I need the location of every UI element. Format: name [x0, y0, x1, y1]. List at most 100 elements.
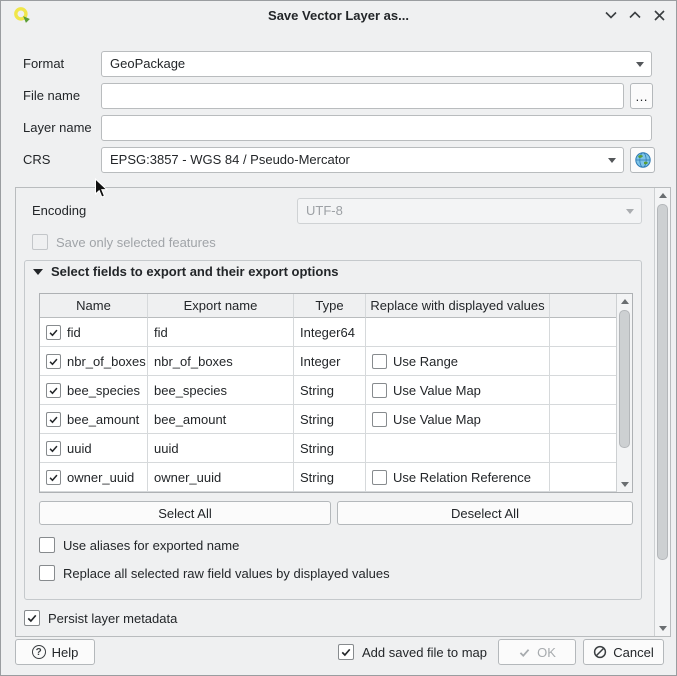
collapse-arrow-icon[interactable]	[33, 269, 43, 275]
export-name-cell[interactable]: nbr_of_boxes	[148, 347, 294, 376]
table-row[interactable]: bee_species bee_species String Use Value…	[40, 376, 616, 405]
header-filler	[550, 294, 616, 318]
header-export-name[interactable]: Export name	[148, 294, 294, 318]
filler-cell	[550, 347, 616, 376]
filler-cell	[550, 405, 616, 434]
field-checkbox[interactable]	[46, 325, 61, 340]
name-cell: fid	[40, 318, 148, 347]
mouse-cursor	[94, 178, 109, 202]
use-value-map-checkbox[interactable]	[372, 412, 387, 427]
encoding-value: UTF-8	[306, 203, 343, 218]
table-scrollbar[interactable]	[616, 294, 632, 492]
table-row[interactable]: uuid uuid String	[40, 434, 616, 463]
replace-raw-values-checkbox[interactable]	[39, 565, 55, 581]
scroll-up-button[interactable]	[617, 294, 632, 309]
scrollbar-handle[interactable]	[619, 310, 630, 448]
use-range-label: Use Range	[393, 354, 458, 369]
name-cell: uuid	[40, 434, 148, 463]
field-checkbox[interactable]	[46, 412, 61, 427]
table-row[interactable]: fid fid Integer64	[40, 318, 616, 347]
layer-name-input[interactable]	[101, 115, 652, 141]
window-title: Save Vector Layer as...	[1, 8, 676, 23]
use-relation-reference-checkbox[interactable]	[372, 470, 387, 485]
file-name-input[interactable]	[101, 83, 624, 109]
export-name-cell[interactable]: fid	[148, 318, 294, 347]
checkmark-icon	[48, 327, 59, 338]
scroll-up-button[interactable]	[655, 188, 670, 203]
use-value-map-checkbox[interactable]	[372, 383, 387, 398]
cancel-button[interactable]: Cancel	[583, 639, 664, 665]
type-cell: String	[294, 434, 366, 463]
type-cell: String	[294, 405, 366, 434]
crs-picker-button[interactable]	[630, 147, 655, 173]
persist-metadata-label: Persist layer metadata	[48, 611, 177, 627]
globe-icon	[634, 151, 652, 169]
replace-raw-values-label: Replace all selected raw field values by…	[63, 566, 390, 582]
field-name: uuid	[67, 441, 92, 456]
use-aliases-checkbox[interactable]	[39, 537, 55, 553]
export-name-cell[interactable]: owner_uuid	[148, 463, 294, 492]
ellipsis-icon: …	[635, 89, 648, 104]
use-relation-reference-label: Use Relation Reference	[393, 470, 531, 485]
filler-cell	[550, 376, 616, 405]
checkmark-icon	[340, 646, 352, 658]
export-name-cell[interactable]: uuid	[148, 434, 294, 463]
use-value-map-label: Use Value Map	[393, 383, 481, 398]
arrow-down-icon	[659, 626, 667, 631]
checkmark-icon	[48, 443, 59, 454]
table-row[interactable]: owner_uuid owner_uuid String Use Relatio…	[40, 463, 616, 492]
chevron-down-icon	[636, 62, 644, 67]
scroll-down-button[interactable]	[655, 621, 670, 636]
deselect-all-button[interactable]: Deselect All	[337, 501, 633, 525]
table-row[interactable]: nbr_of_boxes nbr_of_boxes Integer Use Ra…	[40, 347, 616, 376]
save-vector-layer-dialog: Save Vector Layer as... Format GeoPackag…	[0, 0, 677, 676]
persist-metadata-checkbox[interactable]	[24, 610, 40, 626]
help-button[interactable]: ? Help	[15, 639, 95, 665]
cancel-icon	[593, 645, 607, 659]
close-button[interactable]	[650, 6, 668, 24]
encoding-combobox: UTF-8	[297, 198, 642, 224]
deselect-all-label: Deselect All	[451, 506, 519, 521]
maximize-button[interactable]	[626, 6, 644, 24]
field-name: nbr_of_boxes	[67, 354, 146, 369]
arrow-up-icon	[621, 299, 629, 304]
scroll-down-button[interactable]	[617, 477, 632, 492]
checkmark-icon	[48, 414, 59, 425]
chevron-down-icon	[608, 158, 616, 163]
field-checkbox[interactable]	[46, 470, 61, 485]
table-row[interactable]: bee_amount bee_amount String Use Value M…	[40, 405, 616, 434]
field-checkbox[interactable]	[46, 441, 61, 456]
checkmark-icon	[48, 356, 59, 367]
header-replace[interactable]: Replace with displayed values	[366, 294, 550, 318]
format-combobox[interactable]: GeoPackage	[101, 51, 652, 77]
filler-cell	[550, 318, 616, 347]
close-icon	[654, 10, 665, 21]
header-type[interactable]: Type	[294, 294, 366, 318]
crs-combobox[interactable]: EPSG:3857 - WGS 84 / Pseudo-Mercator	[101, 147, 624, 173]
shade-button[interactable]	[602, 6, 620, 24]
replace-cell	[366, 434, 550, 463]
field-checkbox[interactable]	[46, 354, 61, 369]
header-name[interactable]: Name	[40, 294, 148, 318]
type-cell: String	[294, 463, 366, 492]
ok-label: OK	[537, 645, 556, 660]
scrollbar-handle[interactable]	[657, 204, 668, 560]
select-all-button[interactable]: Select All	[39, 501, 331, 525]
encoding-label: Encoding	[32, 198, 86, 224]
arrow-down-icon	[621, 482, 629, 487]
chevron-up-icon	[629, 11, 641, 19]
export-name-cell[interactable]: bee_species	[148, 376, 294, 405]
add-saved-file-checkbox[interactable]	[338, 644, 354, 660]
use-range-checkbox[interactable]	[372, 354, 387, 369]
titlebar[interactable]: Save Vector Layer as...	[1, 1, 676, 29]
fields-section-header[interactable]: Select fields to export and their export…	[33, 264, 339, 280]
fields-table-content: Name Export name Type Replace with displ…	[40, 294, 616, 492]
field-checkbox[interactable]	[46, 383, 61, 398]
export-name-cell[interactable]: bee_amount	[148, 405, 294, 434]
browse-button[interactable]: …	[630, 83, 653, 109]
options-scroll-area: Encoding UTF-8 Save only selected featur…	[15, 187, 671, 637]
ok-button[interactable]: OK	[498, 639, 576, 665]
type-cell: String	[294, 376, 366, 405]
options-scrollbar[interactable]	[654, 188, 670, 636]
type-cell: Integer64	[294, 318, 366, 347]
